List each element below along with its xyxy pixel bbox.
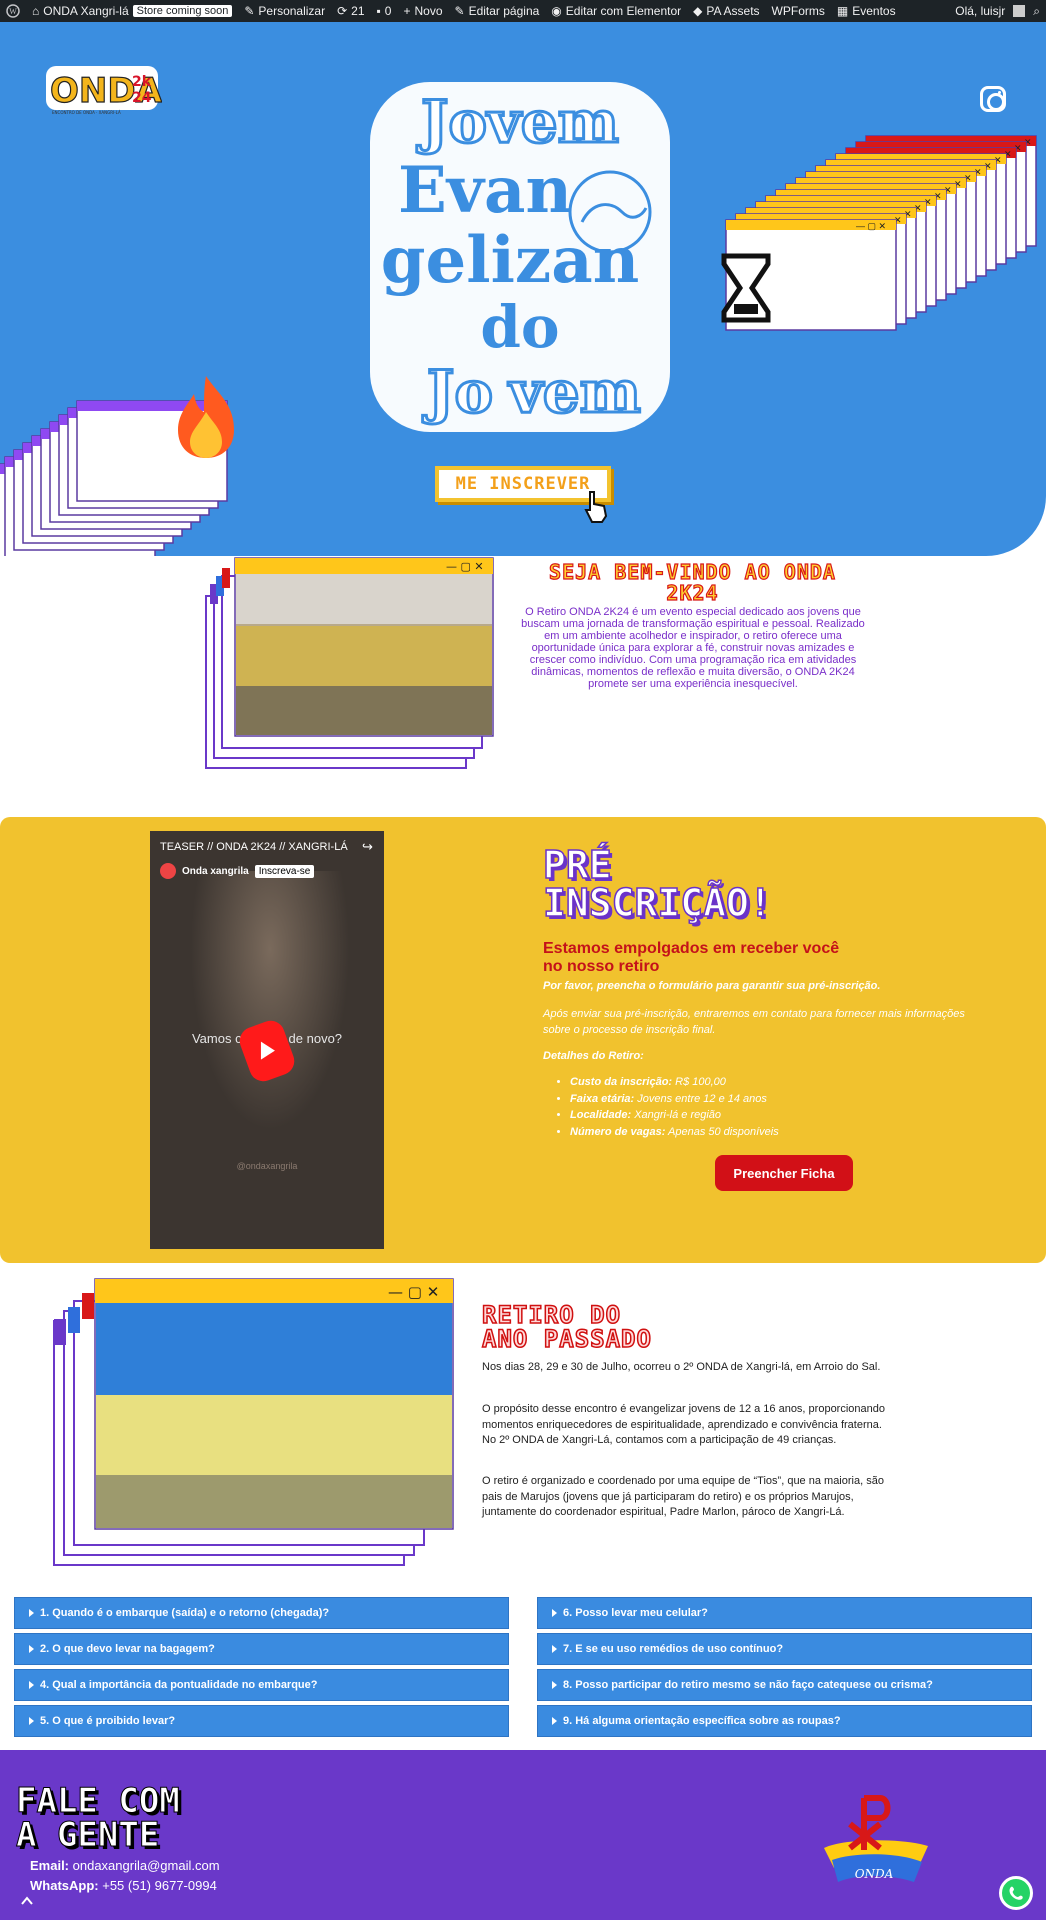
last-year-p1: Nos dias 28, 29 e 30 de Julho, ocorreu o… [482, 1361, 881, 1373]
svg-text:— ▢ ✕: — ▢ ✕ [446, 560, 484, 573]
video-channel: Onda xangrila Inscreva-se [160, 863, 315, 879]
svg-text:— ▢ ✕: — ▢ ✕ [388, 1283, 439, 1301]
footer: FALE COM A GENTE Email: ondaxangrila@gma… [0, 1750, 1046, 1920]
store-status-badge: Store coming soon [132, 5, 233, 17]
pa-assets-link[interactable]: ◆ PA Assets [693, 4, 759, 18]
headline-word: do [480, 293, 559, 361]
avatar[interactable] [1013, 5, 1026, 17]
svg-text:ENCONTRO DE ONDA · XANGRI-LÁ: ENCONTRO DE ONDA · XANGRI-LÁ [52, 110, 121, 115]
last-year-p3: O retiro é organizado e coordenado por u… [482, 1475, 884, 1518]
faq-item[interactable]: 8. Posso participar do retiro mesmo se n… [537, 1669, 1032, 1701]
channel-avatar [160, 863, 176, 879]
edit-elementor-link[interactable]: ◉ Editar com Elementor [551, 4, 681, 18]
last-year-title: RETIRO DO ANO PASSADO [481, 1301, 652, 1353]
last-year-p2: O propósito desse encontro é evangelizar… [482, 1403, 885, 1446]
faq-item[interactable]: 9. Há alguma orientação específica sobre… [537, 1705, 1032, 1737]
subscribe-button[interactable]: Inscreva-se [254, 864, 315, 878]
svg-text:24: 24 [132, 90, 152, 106]
headline-word: vem [507, 358, 641, 426]
photo-window-last-year: — ▢ ✕ [53, 1278, 454, 1566]
faq-item[interactable]: 2. O que devo levar na bagagem? [14, 1633, 509, 1665]
pre-registration-section: TEASER // ONDA 2K24 // XANGRI-LÁ ↪ Onda … [0, 817, 1046, 1263]
comment-icon: ▪ [376, 4, 381, 18]
elementor-icon: ◉ [551, 4, 562, 18]
detail-item: Localidade: Xangri-lá e região [570, 1107, 779, 1124]
welcome-text: O Retiro ONDA 2K24 é um evento especial … [521, 606, 865, 690]
cursor-hand-icon [584, 491, 608, 523]
headline-word: gelizan [381, 223, 639, 298]
fill-form-button[interactable]: Preencher Ficha [715, 1155, 853, 1191]
faq-item[interactable]: 1. Quando é o embarque (saída) e o retor… [14, 1597, 509, 1629]
footer-whatsapp[interactable]: WhatsApp: +55 (51) 9677-0994 [30, 1878, 217, 1893]
home-icon: ⌂ [32, 4, 40, 18]
headline-word: Jovem [416, 88, 619, 156]
customize-link[interactable]: ✎ Personalizar [244, 4, 325, 18]
video-title: TEASER // ONDA 2K24 // XANGRI-LÁ [160, 841, 348, 853]
pa-icon: ◆ [693, 4, 703, 18]
photo-window-welcome: — ▢ ✕ [205, 557, 494, 769]
welcome-title: SEJA BEM-VINDO AO ONDA 2K24 [548, 560, 836, 605]
details-label: Detalhes do Retiro: [543, 1050, 644, 1062]
headline-word: Jo [422, 358, 493, 426]
share-icon[interactable]: ↪ [362, 839, 373, 855]
headline-word: Evan [398, 153, 572, 228]
details-list: Custo da inscrição: R$ 100,00 Faixa etár… [570, 1074, 779, 1140]
pencil-icon: ✎ [454, 4, 465, 18]
footer-logo-text: ONDA [855, 1867, 894, 1881]
footer-email[interactable]: Email: ondaxangrila@gmail.com [30, 1858, 220, 1873]
instagram-icon[interactable] [980, 86, 1006, 112]
new-content-link[interactable]: + Novo [403, 4, 442, 18]
svg-text:W: W [9, 7, 17, 16]
user-greeting[interactable]: Olá, luisjr [955, 4, 1005, 18]
svg-text:— ▢ ✕: — ▢ ✕ [856, 221, 886, 231]
pre-registration-subtitle: Estamos empolgados em receber você no no… [543, 940, 840, 975]
search-icon[interactable]: ⌕ [1033, 4, 1040, 19]
whatsapp-icon[interactable] [999, 1876, 1033, 1910]
fire-icon [178, 376, 234, 458]
faq-item[interactable]: 5. O que é proibido levar? [14, 1705, 509, 1737]
detail-item: Custo da inscrição: R$ 100,00 [570, 1074, 779, 1091]
wordpress-icon[interactable]: W [6, 4, 20, 18]
updates-link[interactable]: ⟳ 21 [337, 4, 364, 18]
onda-chi-rho-logo: ONDA [824, 1795, 928, 1882]
scroll-to-top-icon[interactable] [18, 1892, 36, 1910]
faq-item[interactable]: 4. Qual a importância da pontualidade no… [14, 1669, 509, 1701]
video-watermark: @ondaxangrila [236, 1161, 298, 1171]
onda-logo[interactable]: ONDA 2k 24 ENCONTRO DE ONDA · XANGRI-LÁ [42, 52, 162, 124]
hero-section: ONDA 2k 24 ENCONTRO DE ONDA · XANGRI-LÁ … [0, 22, 1046, 556]
youtube-video-player[interactable]: TEASER // ONDA 2K24 // XANGRI-LÁ ↪ Onda … [150, 831, 384, 1249]
faq-item[interactable]: 7. E se eu uso remédios de uso contínuo? [537, 1633, 1032, 1665]
detail-item: Número de vagas: Apenas 50 disponíveis [570, 1124, 779, 1141]
hourglass-icon [721, 253, 771, 323]
refresh-icon: ⟳ [337, 4, 348, 18]
svg-text:2k: 2k [132, 74, 152, 90]
edit-page-link[interactable]: ✎ Editar página [455, 4, 540, 18]
site-name-link[interactable]: ⌂ ONDA Xangri-lá Store coming soon [32, 4, 233, 18]
faq-item[interactable]: 6. Posso levar meu celular? [537, 1597, 1032, 1629]
pre-registration-title: PRÉ INSCRIÇÃO! [542, 843, 772, 925]
hero-headline: Jovem Evan gelizan do Jo vem [370, 82, 670, 432]
wpforms-link[interactable]: WPForms [772, 4, 825, 18]
plus-icon: + [403, 4, 411, 18]
video-thumbnail [190, 871, 350, 1131]
comments-link[interactable]: ▪ 0 [377, 4, 392, 18]
events-link[interactable]: ▦ Eventos [837, 4, 896, 18]
footer-title: FALE COM A GENTE [16, 1781, 181, 1855]
brush-icon: ✎ [244, 4, 255, 18]
pre-registration-after: Após enviar sua pré-inscrição, entraremo… [543, 1008, 965, 1036]
detail-item: Faixa etária: Jovens entre 12 e 14 anos [570, 1091, 779, 1108]
wp-admin-bar: W ⌂ ONDA Xangri-lá Store coming soon ✎ Pe… [0, 0, 1046, 22]
pre-registration-intro: Por favor, preencha o formulário para ga… [543, 980, 881, 992]
calendar-icon: ▦ [836, 4, 849, 18]
